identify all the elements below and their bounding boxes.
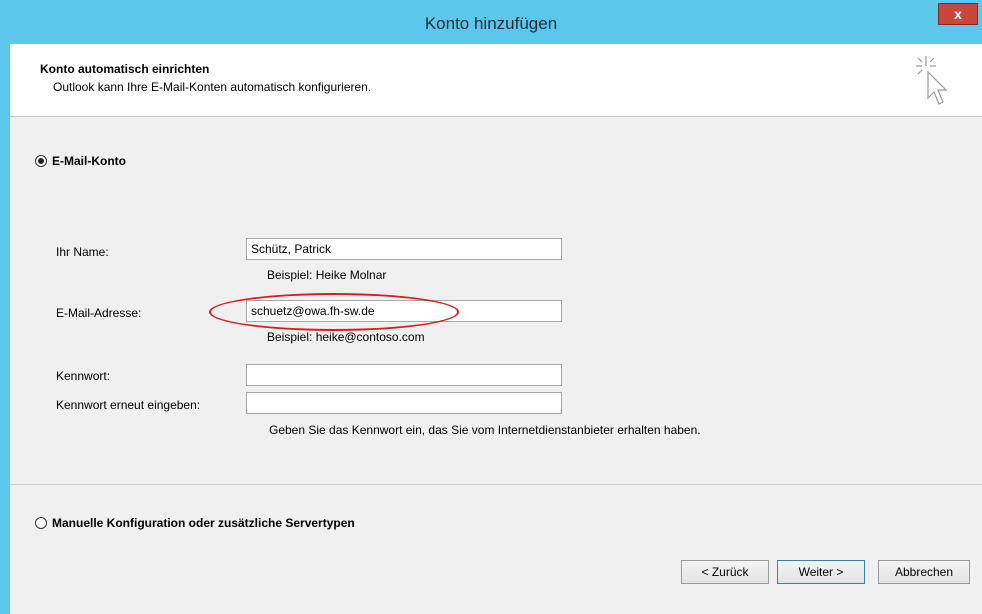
title-bar[interactable]: Konto hinzufügen <box>0 0 982 44</box>
close-button[interactable]: x <box>938 3 978 25</box>
sparkle-cursor-icon <box>916 56 948 105</box>
wizard-header: Konto automatisch einrichten Outlook kan… <box>10 44 982 117</box>
header-title: Konto automatisch einrichten <box>40 62 210 76</box>
password-field[interactable] <box>246 364 562 386</box>
password-repeat-field[interactable] <box>246 392 562 414</box>
cancel-button[interactable]: Abbrechen <box>878 560 970 584</box>
dialog-body: Konto automatisch einrichten Outlook kan… <box>10 44 982 614</box>
email-label: E-Mail-Adresse: <box>56 306 142 320</box>
footer-divider <box>10 484 982 485</box>
manual-config-label[interactable]: Manuelle Konfiguration oder zusätzliche … <box>52 516 355 530</box>
email-account-label[interactable]: E-Mail-Konto <box>52 154 126 168</box>
password-hint: Geben Sie das Kennwort ein, das Sie vom … <box>269 423 701 437</box>
dialog-window: Konto hinzufügen x Konto automatisch ein… <box>0 0 982 614</box>
password-repeat-label: Kennwort erneut eingeben: <box>56 398 201 412</box>
header-subtitle: Outlook kann Ihre E-Mail-Konten automati… <box>53 80 372 94</box>
manual-config-radio[interactable] <box>35 517 47 529</box>
name-label: Ihr Name: <box>56 245 109 259</box>
window-title: Konto hinzufügen <box>424 14 558 33</box>
name-field[interactable] <box>246 238 562 260</box>
email-account-radio[interactable] <box>35 155 47 167</box>
email-hint: Beispiel: heike@contoso.com <box>267 330 425 344</box>
annotation-ellipse <box>209 293 459 331</box>
name-hint: Beispiel: Heike Molnar <box>267 268 387 282</box>
wizard-content: E-Mail-Konto Ihr Name: Beispiel: Heike M… <box>10 117 982 614</box>
next-button[interactable]: Weiter > <box>777 560 865 584</box>
back-button[interactable]: < Zurück <box>681 560 769 584</box>
password-label: Kennwort: <box>56 369 111 383</box>
